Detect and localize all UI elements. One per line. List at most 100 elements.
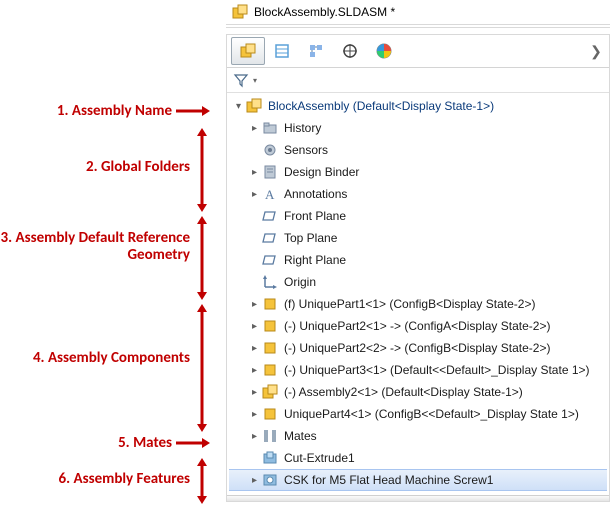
part-icon — [262, 318, 278, 334]
tree-node-front-plane[interactable]: Front Plane — [229, 205, 607, 227]
tree-node-component[interactable]: ▸ (-) UniquePart2<1> -> (ConfigA<Display… — [229, 315, 607, 337]
label-text: 5. Mates — [118, 434, 172, 452]
assembly-icon — [232, 4, 248, 20]
annotations-icon: A — [262, 186, 278, 202]
tree-node-annotations[interactable]: ▸ A Annotations — [229, 183, 607, 205]
tab-feature-manager[interactable] — [231, 37, 265, 65]
arrow-right-icon — [176, 104, 210, 118]
tree-node-label: Cut-Extrude1 — [280, 451, 355, 465]
tree-node-label: Sensors — [280, 143, 328, 157]
tree-root-assembly[interactable]: ▾ BlockAssembly (Default<Display State-1… — [229, 95, 607, 117]
tree-node-subassembly[interactable]: ▸ (-) Assembly2<1> (Default<Display Stat… — [229, 381, 607, 403]
label-ref-geom: 3. Assembly Default Reference Geometry — [0, 230, 190, 264]
filter-bar: ▾ — [227, 68, 609, 93]
expand-icon[interactable]: ▸ — [249, 365, 260, 376]
label-text: 4. Assembly Components — [33, 349, 190, 367]
expand-icon[interactable]: ▸ — [249, 409, 260, 420]
tree-node-component[interactable]: ▸ (-) UniquePart3<1> (Default<<Default>_… — [229, 359, 607, 381]
binder-icon — [262, 164, 278, 180]
bracket-components — [193, 304, 211, 432]
tab-property-manager[interactable] — [265, 37, 299, 65]
plane-icon — [262, 252, 278, 268]
panel-overflow-button[interactable]: ❯ — [587, 43, 605, 60]
expand-icon[interactable]: ▸ — [249, 343, 260, 354]
document-titlebar: BlockAssembly.SLDASM * — [226, 2, 610, 24]
tree-node-label: Annotations — [280, 187, 347, 201]
bracket-ref-geom — [193, 216, 211, 300]
expand-icon[interactable]: ▸ — [249, 475, 260, 486]
label-components: 4. Assembly Components — [0, 350, 190, 367]
divider — [226, 24, 610, 28]
tree-node-hole-wizard[interactable]: ▸ CSK for M5 Flat Head Machine Screw1 — [229, 469, 607, 491]
folder-icon — [262, 120, 278, 136]
tree-node-label: Origin — [280, 275, 316, 289]
tree-node-component[interactable]: ▸ UniquePart4<1> (ConfigB<<Default>_Disp… — [229, 403, 607, 425]
mates-icon — [262, 428, 278, 444]
tree-node-label: Design Binder — [280, 165, 359, 179]
bracket-features — [193, 458, 211, 504]
part-icon — [262, 362, 278, 378]
tree-node-label: CSK for M5 Flat Head Machine Screw1 — [280, 473, 493, 487]
filter-icon[interactable] — [233, 72, 249, 88]
tree-node-label: Top Plane — [280, 231, 337, 245]
plane-icon — [262, 230, 278, 246]
sensors-icon — [262, 142, 278, 158]
label-assembly-name: 1. Assembly Name — [0, 102, 210, 120]
tree-node-design-binder[interactable]: ▸ Design Binder — [229, 161, 607, 183]
expand-icon[interactable]: ▸ — [249, 299, 260, 310]
tree-node-cut-extrude[interactable]: Cut-Extrude1 — [229, 447, 607, 469]
label-global-folders: 2. Global Folders — [0, 158, 190, 176]
svg-text:A: A — [265, 187, 275, 202]
tree-node-right-plane[interactable]: Right Plane — [229, 249, 607, 271]
expand-icon[interactable]: ▸ — [249, 189, 260, 200]
tree-node-label: (-) UniquePart2<1> -> (ConfigA<Display S… — [280, 319, 550, 333]
tree-node-label: Front Plane — [280, 209, 346, 223]
tree-node-origin[interactable]: Origin — [229, 271, 607, 293]
feature-manager-panel: BlockAssembly.SLDASM * ❯ — [225, 0, 610, 520]
tree-node-label: (-) UniquePart2<2> -> (ConfigB<Display S… — [280, 341, 550, 355]
tab-configuration-manager[interactable] — [299, 37, 333, 65]
panel-bottom-border — [227, 495, 609, 501]
plane-icon — [262, 208, 278, 224]
document-title: BlockAssembly.SLDASM * — [254, 5, 395, 19]
tree-node-history[interactable]: ▸ History — [229, 117, 607, 139]
tree-node-sensors[interactable]: Sensors — [229, 139, 607, 161]
label-text: 1. Assembly Name — [57, 102, 172, 120]
origin-icon — [262, 274, 278, 290]
part-icon — [262, 296, 278, 312]
hole-wizard-icon — [262, 472, 278, 488]
expand-icon[interactable]: ▸ — [249, 123, 260, 134]
tree-node-label: (-) UniquePart3<1> (Default<<Default>_Di… — [280, 363, 590, 377]
tree-node-label: BlockAssembly (Default<Display State-1>) — [264, 99, 494, 113]
tree-node-component[interactable]: ▸ (f) UniquePart1<1> (ConfigB<Display St… — [229, 293, 607, 315]
label-features: 6. Assembly Features — [0, 470, 190, 488]
tree-node-label: History — [280, 121, 321, 135]
assembly-icon — [262, 384, 278, 400]
tab-display-manager[interactable] — [367, 37, 401, 65]
annotation-labels: 1. Assembly Name 2. Global Folders 3. As… — [0, 0, 225, 520]
tree-node-label: UniquePart4<1> (ConfigB<<Default>_Displa… — [280, 407, 579, 421]
expand-icon[interactable]: ▸ — [249, 321, 260, 332]
assembly-icon — [246, 98, 262, 114]
expand-icon[interactable]: ▸ — [249, 387, 260, 398]
part-icon — [262, 406, 278, 422]
bracket-global-folders — [193, 128, 211, 212]
collapse-icon[interactable]: ▾ — [233, 101, 244, 112]
tree-node-top-plane[interactable]: Top Plane — [229, 227, 607, 249]
cut-extrude-icon — [262, 450, 278, 466]
filter-dropdown-icon[interactable]: ▾ — [253, 76, 257, 85]
part-icon — [262, 340, 278, 356]
label-text: 6. Assembly Features — [59, 470, 190, 488]
tree-node-label: Right Plane — [280, 253, 346, 267]
tree-node-component[interactable]: ▸ (-) UniquePart2<2> -> (ConfigB<Display… — [229, 337, 607, 359]
arrow-right-icon — [176, 436, 210, 450]
label-text: 3. Assembly Default Reference Geometry — [1, 229, 190, 264]
feature-tree: ▾ BlockAssembly (Default<Display State-1… — [227, 93, 609, 501]
tree-node-mates[interactable]: ▸ Mates — [229, 425, 607, 447]
tree-node-label: (f) UniquePart1<1> (ConfigB<Display Stat… — [280, 297, 535, 311]
panel-tab-bar: ❯ — [227, 35, 609, 68]
tree-node-label: (-) Assembly2<1> (Default<Display State-… — [280, 385, 523, 399]
expand-icon[interactable]: ▸ — [249, 431, 260, 442]
tab-dimxpert-manager[interactable] — [333, 37, 367, 65]
expand-icon[interactable]: ▸ — [249, 167, 260, 178]
